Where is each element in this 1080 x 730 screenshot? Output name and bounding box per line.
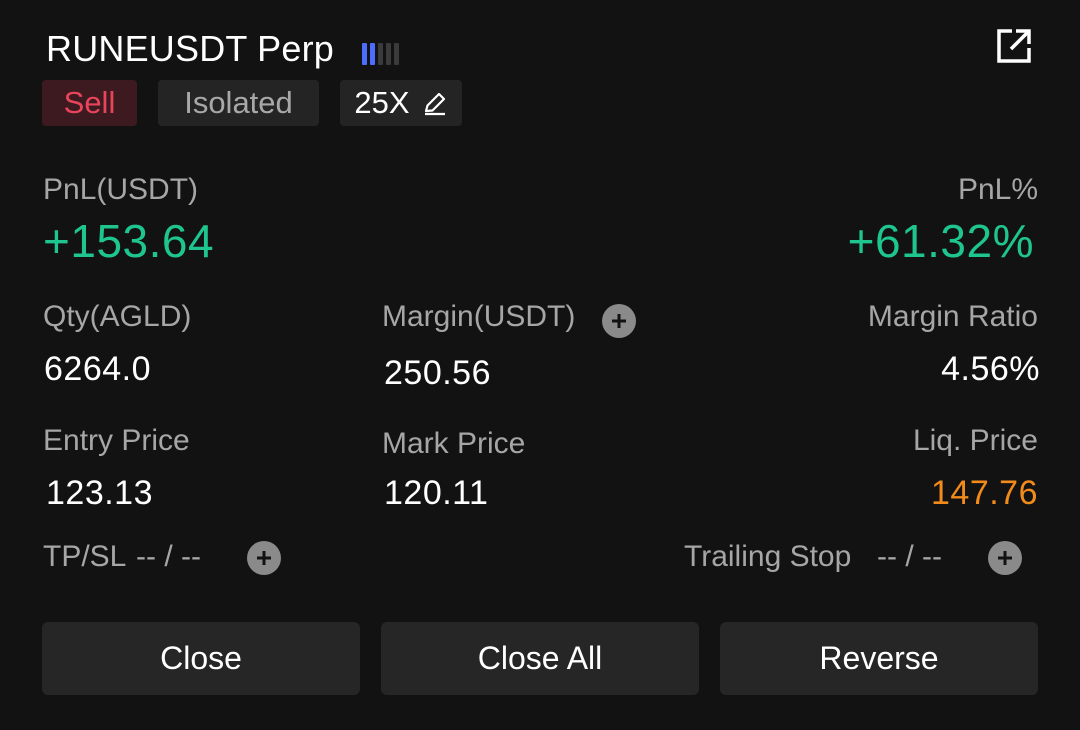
leverage-button[interactable]: 25X (340, 80, 462, 126)
leverage-label: 25X (354, 85, 410, 120)
tpsl-label: TP/SL (43, 540, 127, 573)
reverse-button[interactable]: Reverse (720, 622, 1038, 695)
plus-icon (998, 551, 1012, 565)
edit-pencil-icon (422, 90, 448, 116)
margin-ratio-value: 4.56% (941, 350, 1040, 388)
pnl-value: +153.64 (43, 215, 215, 267)
margin-mode-badge: Isolated (158, 80, 319, 126)
entry-price-label: Entry Price (43, 424, 190, 457)
add-tpsl-button[interactable] (247, 541, 281, 575)
liq-price-value: 147.76 (931, 474, 1038, 512)
pnl-percent-value: +61.32% (847, 215, 1034, 267)
margin-mode-label: Isolated (184, 85, 293, 120)
margin-value: 250.56 (384, 354, 491, 392)
plus-icon (257, 551, 271, 565)
trailing-stop-value: -- / -- (877, 540, 942, 573)
plus-icon (612, 314, 626, 328)
close-button[interactable]: Close (42, 622, 360, 695)
add-trailing-stop-button[interactable] (988, 541, 1022, 575)
close-all-button[interactable]: Close All (381, 622, 699, 695)
signal-bar (394, 43, 399, 65)
share-external-icon[interactable] (994, 26, 1034, 66)
qty-value: 6264.0 (44, 350, 151, 388)
margin-label: Margin(USDT) (382, 300, 576, 333)
qty-label: Qty(AGLD) (43, 300, 192, 333)
margin-ratio-label: Margin Ratio (867, 300, 1038, 333)
side-badge-label: Sell (63, 85, 116, 120)
entry-price-value: 123.13 (46, 474, 153, 512)
signal-bar (362, 43, 367, 65)
signal-bars-icon (362, 43, 399, 65)
add-margin-button[interactable] (602, 304, 636, 338)
mark-price-value: 120.11 (384, 474, 489, 512)
pnl-percent-label: PnL% (957, 173, 1038, 206)
side-badge: Sell (42, 80, 137, 126)
signal-bar (378, 43, 383, 65)
position-title: RUNEUSDT Perp (46, 28, 334, 69)
signal-bar (370, 43, 375, 65)
tpsl-value: -- / -- (136, 540, 201, 573)
mark-price-label: Mark Price (382, 427, 526, 460)
pnl-label: PnL(USDT) (43, 173, 199, 206)
liq-price-label: Liq. Price (912, 424, 1038, 457)
trailing-stop-label: Trailing Stop (684, 540, 852, 573)
signal-bar (386, 43, 391, 65)
